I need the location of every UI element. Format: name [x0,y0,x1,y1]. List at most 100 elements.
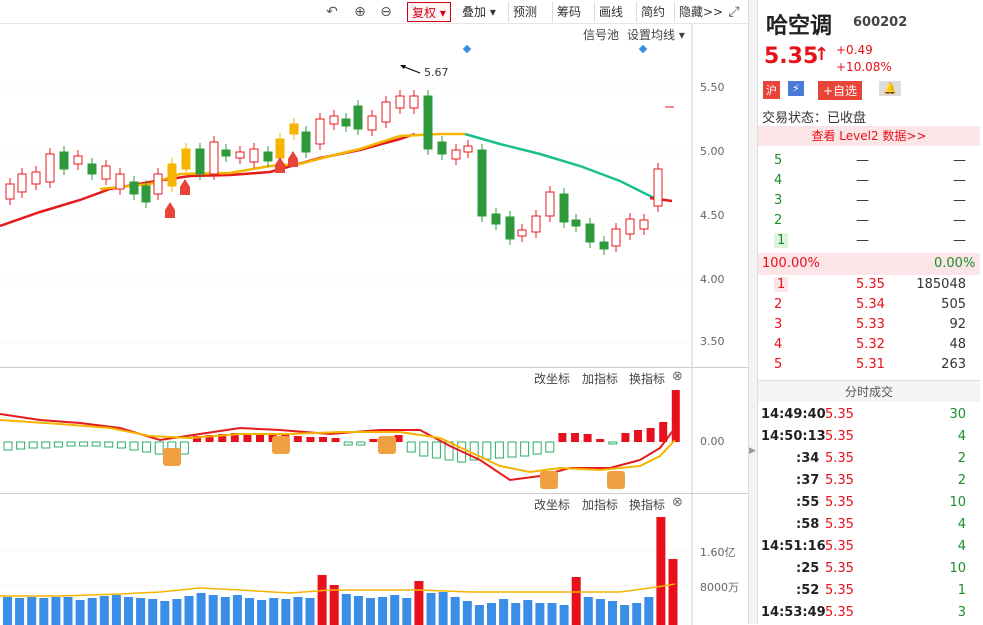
signal-pool-button[interactable]: 信号池 [583,26,619,43]
macd-bar [331,438,340,442]
volume-bar [438,592,448,625]
macd-bar [571,433,579,442]
volume-bar [523,600,533,625]
candle [59,151,69,170]
close-icon[interactable]: ⊗ [672,369,683,384]
collapse-icon[interactable]: ▶ [749,446,756,456]
volume-bar [160,601,170,625]
level2-link[interactable]: 查看 Level2 数据>> [758,126,980,146]
overlay-button[interactable]: 叠加 ▾ [458,2,500,22]
price-tick: 5.00 [700,145,725,158]
bid-ask-volume: 505 [941,297,966,312]
switch-indicator-button[interactable]: 换指标 [629,496,665,513]
candle [289,123,299,135]
volume-bar [353,596,363,625]
trade-price: 5.35 [825,495,854,510]
undo-icon[interactable]: ↶ [322,2,342,22]
volume-bar [51,597,61,625]
candle [87,163,97,175]
volume-bar [87,598,97,625]
panel-splitter[interactable]: ▶ [748,0,757,624]
orderbook-row: 4 5.32 48 [758,335,980,355]
candle [181,148,191,170]
bid-ask-price: 5.31 [856,357,885,372]
macd-bar [129,441,139,451]
forecast-button[interactable]: 预测 [508,2,541,22]
price-tick: 4.50 [700,209,725,222]
trade-volume: 2 [957,473,966,488]
macd-bar [406,441,416,453]
change-axis-button[interactable]: 改坐标 [534,370,570,387]
orderbook-row: 2 5.34 505 [758,295,980,315]
candle [5,183,15,200]
indicator-panel: 改坐标 加指标 换指标 ⊗ 0.00 [0,367,748,494]
volume-bar [136,598,146,625]
chart-toolbar: ↶ ⊕ ⊖ 复权 ▾ 叠加 ▾ 预测 筹码 画线 简约 隐藏>> ⤢ [0,0,748,24]
price-change: +0.49 [836,43,873,57]
add-indicator-button[interactable]: 加指标 [582,496,618,513]
switch-indicator-button[interactable]: 换指标 [629,370,665,387]
candle [585,223,595,243]
simple-button[interactable]: 简约 [636,2,669,22]
change-axis-button[interactable]: 改坐标 [534,496,570,513]
trade-price: 5.35 [825,451,854,466]
macd-bar [319,437,327,442]
trade-volume: 4 [957,539,966,554]
bid-ask-price: 5.32 [856,337,885,352]
volume-bar [559,605,569,625]
level-label: 1 [774,233,789,248]
volume-bar [608,601,617,625]
trade-time: 14:50:13 [761,429,826,444]
buy-ratio: 100.00% [762,256,820,271]
trade-time: :34 [796,451,820,466]
macd-bar [343,441,353,446]
hide-button[interactable]: 隐藏>> [674,2,727,22]
trade-volume: 1 [957,583,966,598]
trade-time: :25 [796,561,820,576]
fullscreen-icon[interactable]: ⤢ [724,2,744,22]
volume-bar [632,603,642,625]
trade-price: 5.35 [825,605,854,620]
macd-bar [356,441,366,446]
macd-bar [66,441,76,447]
trade-volume: 3 [957,605,966,620]
macd-bar [532,441,542,455]
add-indicator-button[interactable]: 加指标 [582,370,618,387]
close-icon[interactable]: ⊗ [672,495,683,510]
candle [451,149,461,160]
draw-line-button[interactable]: 画线 [594,2,627,22]
alert-bell-icon[interactable]: 🔔 [879,81,901,96]
candle [639,219,649,230]
macd-bar [419,441,429,457]
volume-bar [547,603,557,625]
macd-bar [520,441,530,457]
bid-ask-volume: — [953,233,966,248]
macd-bar [306,437,315,442]
add-watchlist-button[interactable]: +自选 [818,81,863,100]
orderbook-row: 3 5.33 92 [758,315,980,335]
volume-bar [474,605,484,625]
volume-bar [329,585,339,625]
trade-volume: 10 [949,561,966,576]
chips-button[interactable]: 筹码 [552,2,585,22]
volume-bar [620,605,630,625]
trade-row: 14:49:40 5.35 30 [758,405,980,425]
zoom-out-icon[interactable]: ⊖ [376,2,396,22]
fuquan-button[interactable]: 复权 ▾ [407,2,451,22]
candle [249,148,259,163]
volume-bar [511,603,521,625]
macd-bar [16,441,26,450]
volume-bar [184,596,194,625]
macd-bar [3,441,13,451]
macd-bar [369,439,378,442]
zoom-in-icon[interactable]: ⊕ [350,2,370,22]
level-label: 1 [774,277,789,292]
candle [505,216,515,240]
trade-time: 14:53:49 [761,605,826,620]
candle [115,173,125,190]
macd-bar [583,434,592,442]
volume-chart [0,494,693,625]
trade-time: :37 [796,473,820,488]
ma-settings-button[interactable]: 设置均线 ▾ [627,26,685,43]
volume-bar [257,600,267,625]
